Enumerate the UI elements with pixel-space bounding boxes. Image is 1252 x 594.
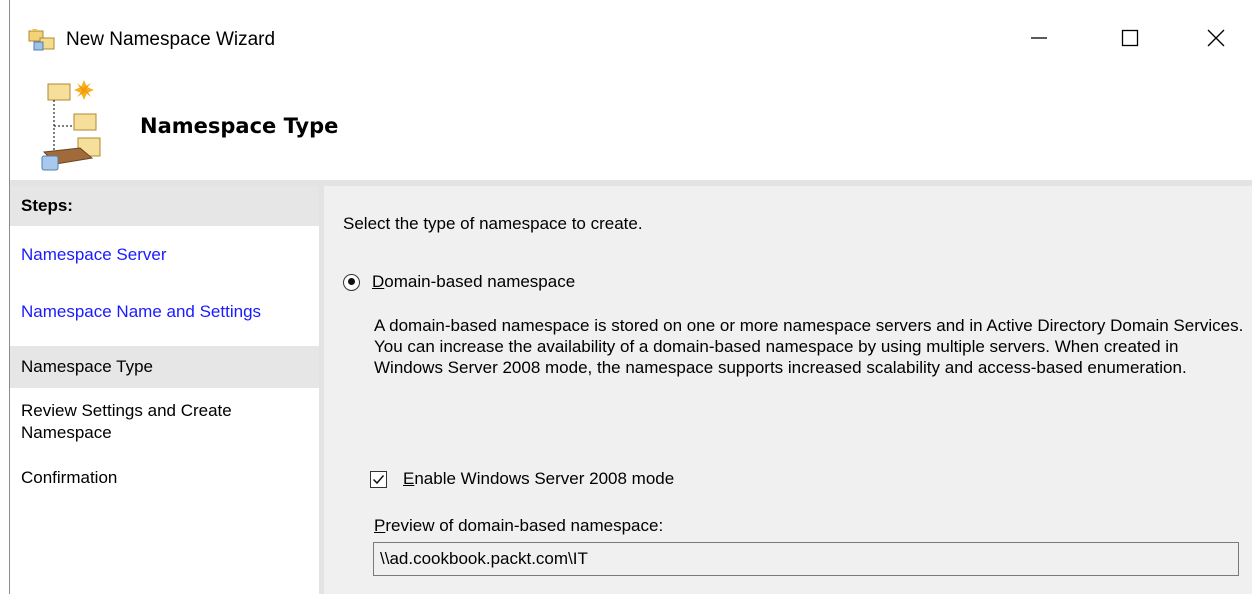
preview-label: Preview of domain-based namespace: (374, 516, 664, 535)
steps-heading: Steps: (10, 186, 319, 226)
steps-pane: Steps: Namespace Server Namespace Name a… (10, 186, 324, 594)
domain-based-description: A domain-based namespace is stored on on… (374, 316, 1244, 377)
step-review-settings: Review Settings and Create Namespace (21, 401, 232, 442)
page-title: Namespace Type (140, 114, 339, 138)
minimize-button[interactable] (1016, 18, 1062, 58)
enable-2008-mode-label[interactable]: Enable Windows Server 2008 mode (403, 469, 674, 489)
domain-based-radio[interactable] (343, 273, 360, 291)
close-icon (1207, 29, 1225, 47)
title-bar[interactable]: New Namespace Wizard (10, 0, 1252, 78)
namespace-tree-icon (30, 78, 102, 174)
domain-based-radio-label[interactable]: Domain-based namespace (372, 272, 575, 292)
wizard-window: New Namespace Wizard Namespace Type Step… (9, 0, 1252, 594)
domain-based-radio-option[interactable]: Domain-based namespace (343, 272, 575, 292)
window-title: New Namespace Wizard (66, 29, 276, 50)
close-button[interactable] (1193, 18, 1239, 58)
wizard-header: Namespace Type (10, 78, 1252, 180)
step-confirmation: Confirmation (21, 468, 118, 487)
maximize-button[interactable] (1107, 18, 1153, 58)
instruction-text: Select the type of namespace to create. (343, 214, 643, 233)
checkmark-icon (372, 474, 385, 484)
step-namespace-type: Namespace Type (10, 346, 319, 388)
minimize-icon (1031, 37, 1047, 39)
enable-2008-mode-option[interactable]: Enable Windows Server 2008 mode (370, 469, 674, 489)
namespace-folder-icon (28, 28, 56, 52)
maximize-icon (1121, 29, 1139, 47)
step-namespace-name-and-settings[interactable]: Namespace Name and Settings (21, 301, 311, 323)
step-namespace-server[interactable]: Namespace Server (21, 244, 311, 266)
content-pane: Select the type of namespace to create. … (324, 186, 1252, 594)
preview-namespace-field[interactable]: \\ad.cookbook.packt.com\IT (373, 542, 1239, 576)
enable-2008-mode-checkbox[interactable] (370, 470, 387, 488)
